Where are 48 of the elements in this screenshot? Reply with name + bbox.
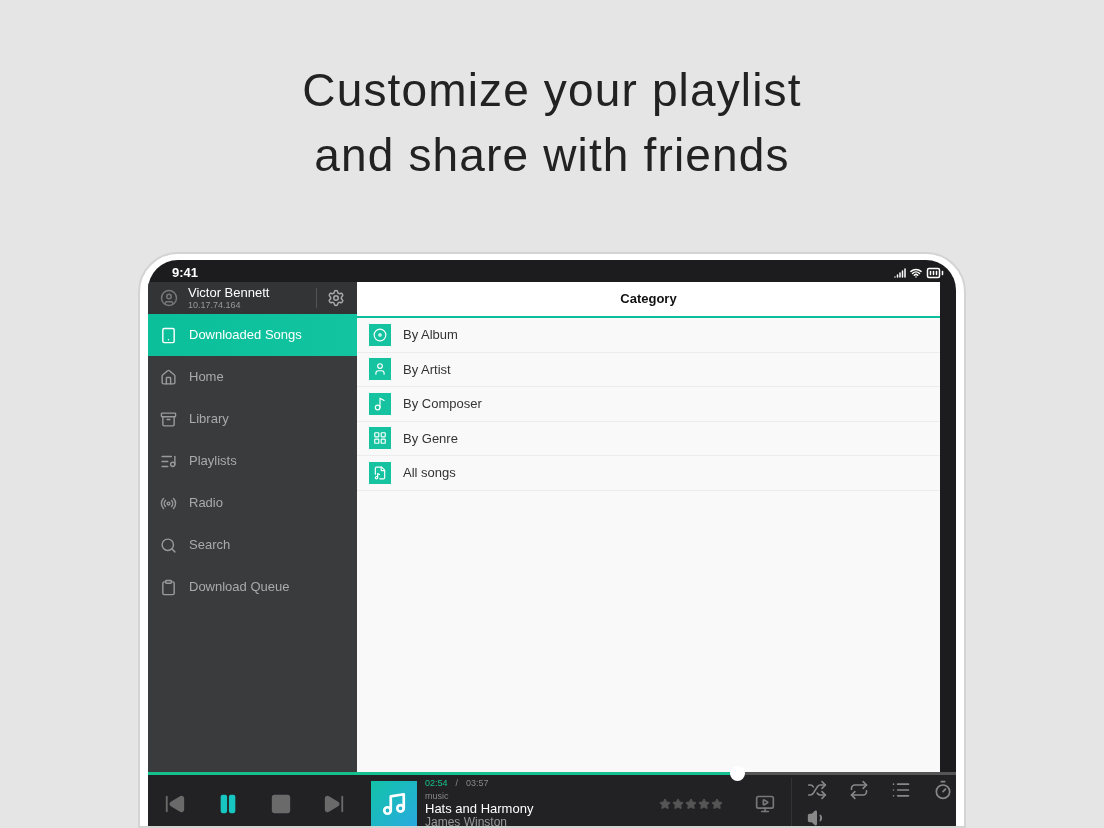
time-separator: / [455, 778, 459, 789]
timer-button[interactable] [933, 779, 953, 800]
category-item[interactable]: By Composer [357, 387, 940, 422]
wifi-icon [910, 267, 922, 279]
sidebar-item[interactable]: Library [148, 398, 357, 440]
total-time: 03:57 [466, 778, 489, 789]
sidebar-item[interactable]: Search [148, 524, 357, 566]
music-file-icon [369, 461, 391, 484]
track-title: Hats and Harmony [425, 802, 535, 816]
settings-button[interactable] [327, 289, 345, 307]
star-icon [711, 797, 723, 810]
music-note-icon [369, 392, 391, 415]
avatar-icon [160, 289, 178, 307]
star-icon [685, 797, 697, 810]
music-note-icon [381, 790, 407, 817]
shuffle-button[interactable] [807, 779, 827, 800]
search-icon [160, 536, 177, 554]
user-name: Victor Bennett [188, 285, 271, 300]
rating-stars[interactable] [659, 797, 723, 810]
category-item[interactable]: By Genre [357, 421, 940, 456]
tablet-icon [160, 326, 177, 344]
sidebar-item[interactable]: Home [148, 356, 357, 398]
headline: Customize your playlist [302, 63, 802, 118]
screen-play-button[interactable] [755, 793, 775, 814]
stop-button[interactable] [270, 792, 292, 815]
user-address: 10.17.74.164 [188, 299, 242, 311]
tray-icon [160, 410, 177, 428]
category-item[interactable]: By Album [357, 318, 940, 353]
sidebar-item[interactable]: Download Queue [148, 566, 357, 608]
content-title: Category [620, 290, 677, 309]
category-item[interactable]: By Artist [357, 352, 940, 387]
category-item[interactable]: All songs [357, 456, 940, 491]
track-artist: James Winston [425, 816, 508, 826]
clipboard-icon [160, 578, 177, 596]
headline: and share with friends [314, 128, 790, 183]
star-icon [698, 797, 710, 810]
person-icon [369, 358, 391, 381]
sidebar-item[interactable]: Playlists [148, 440, 357, 482]
elapsed-time: 02:54 [425, 778, 448, 789]
sidebar-item[interactable]: Radio [148, 482, 357, 524]
signal-icon [894, 267, 906, 279]
home-icon [160, 368, 177, 386]
repeat-button[interactable] [849, 779, 869, 800]
status-time: 9:41 [172, 264, 199, 283]
star-icon [659, 797, 671, 810]
star-icon [672, 797, 684, 810]
track-type: music [425, 791, 450, 802]
grid-icon [369, 427, 391, 450]
